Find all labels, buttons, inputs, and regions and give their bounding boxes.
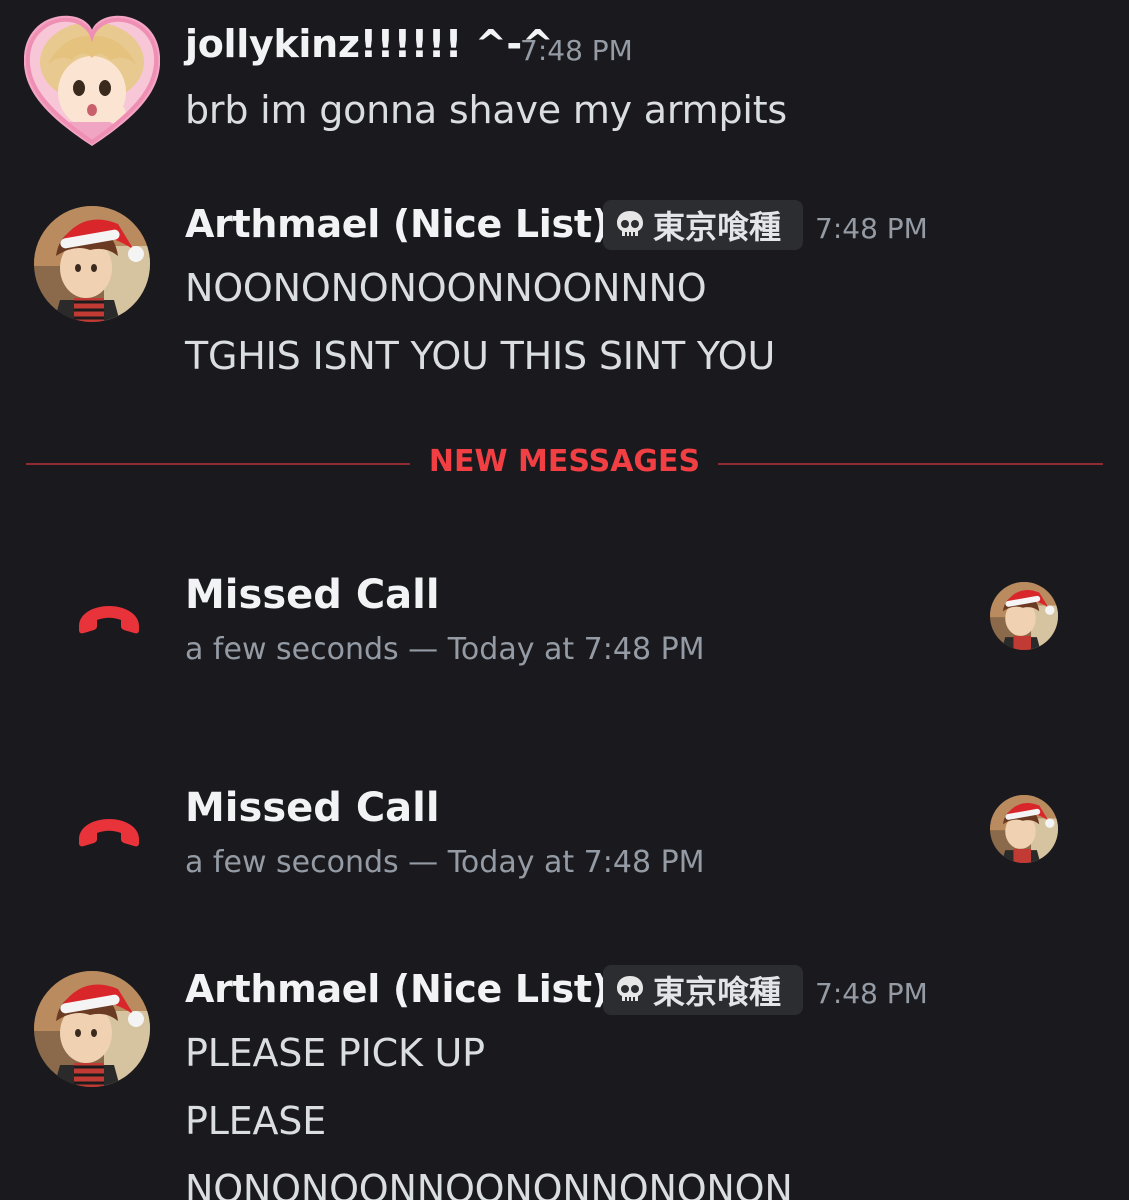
missed-call: Missed Call a few seconds — Today at 7:4… <box>0 560 1129 680</box>
missed-call-phone-icon <box>79 606 139 634</box>
skull-icon <box>617 211 643 236</box>
message-text: PLEASE <box>185 1099 327 1143</box>
caller-avatar[interactable] <box>990 795 1058 863</box>
guild-tag-text: 東京喰種 <box>653 208 782 246</box>
call-subtitle: a few seconds — Today at 7:48 PM <box>185 632 705 667</box>
timestamp: 7:48 PM <box>815 212 928 245</box>
message-text: NONONOONNOONONNONONON <box>185 1167 793 1200</box>
user-avatar[interactable] <box>34 206 150 322</box>
timestamp: 7:48 PM <box>520 34 633 67</box>
call-title: Missed Call <box>185 785 440 831</box>
user-avatar[interactable] <box>23 14 161 150</box>
username[interactable]: Arthmael (Nice List) <box>185 967 609 1011</box>
message-text: NOONONONOONNOONNNO <box>185 266 707 310</box>
santa-hat-avatar-icon <box>34 971 150 1087</box>
santa-hat-avatar-icon <box>34 206 150 322</box>
guild-tag-text: 東京喰種 <box>653 973 782 1011</box>
skull-icon <box>617 976 643 1001</box>
user-avatar[interactable] <box>34 971 150 1087</box>
username[interactable]: Arthmael (Nice List) <box>185 202 609 246</box>
santa-hat-avatar-icon <box>990 582 1058 650</box>
message-text: brb im gonna shave my armpits <box>185 88 788 132</box>
message-group: jollykinz!!!!!! ^-^ 7:48 PM brb im gonna… <box>0 0 1129 160</box>
missed-call-phone-icon <box>79 819 139 847</box>
heart-avatar-icon <box>23 15 161 146</box>
message-group: Arthmael (Nice List) 東京喰種 7:48 PM NOONON… <box>0 190 1129 390</box>
call-subtitle: a few seconds — Today at 7:48 PM <box>185 845 705 880</box>
message-text: TGHIS ISNT YOU THIS SINT YOU <box>185 334 776 378</box>
guild-tag[interactable]: 東京喰種 <box>603 200 803 250</box>
timestamp: 7:48 PM <box>815 977 928 1010</box>
username[interactable]: jollykinz!!!!!! ^-^ <box>185 22 554 66</box>
message-group: Arthmael (Nice List) 東京喰種 7:48 PM PLEASE… <box>0 955 1129 1200</box>
missed-call: Missed Call a few seconds — Today at 7:4… <box>0 773 1129 893</box>
chat-view: jollykinz!!!!!! ^-^ 7:48 PM brb im gonna… <box>0 0 1129 1200</box>
santa-hat-avatar-icon <box>990 795 1058 863</box>
caller-avatar[interactable] <box>990 582 1058 650</box>
new-messages-label: NEW MESSAGES <box>428 444 701 479</box>
message-text: PLEASE PICK UP <box>185 1031 485 1075</box>
call-title: Missed Call <box>185 572 440 618</box>
guild-tag[interactable]: 東京喰種 <box>603 965 803 1015</box>
